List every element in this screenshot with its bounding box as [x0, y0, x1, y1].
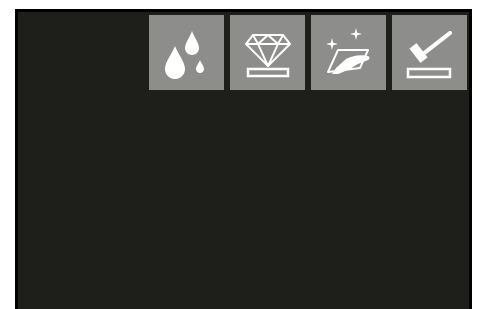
dark-panel [15, 9, 472, 309]
water-drops-icon [164, 30, 204, 79]
impact-resistance-tile[interactable] [392, 15, 467, 90]
water-resistance-tile[interactable] [149, 15, 224, 90]
scratch-resistance-tile[interactable] [230, 15, 305, 90]
sparkling-glass-hand-icon [325, 27, 369, 74]
icon-toolbar [149, 15, 467, 90]
easy-clean-tile[interactable] [311, 15, 386, 90]
diamond-on-plate-icon [244, 33, 291, 77]
hammer-on-block-icon [406, 30, 452, 78]
